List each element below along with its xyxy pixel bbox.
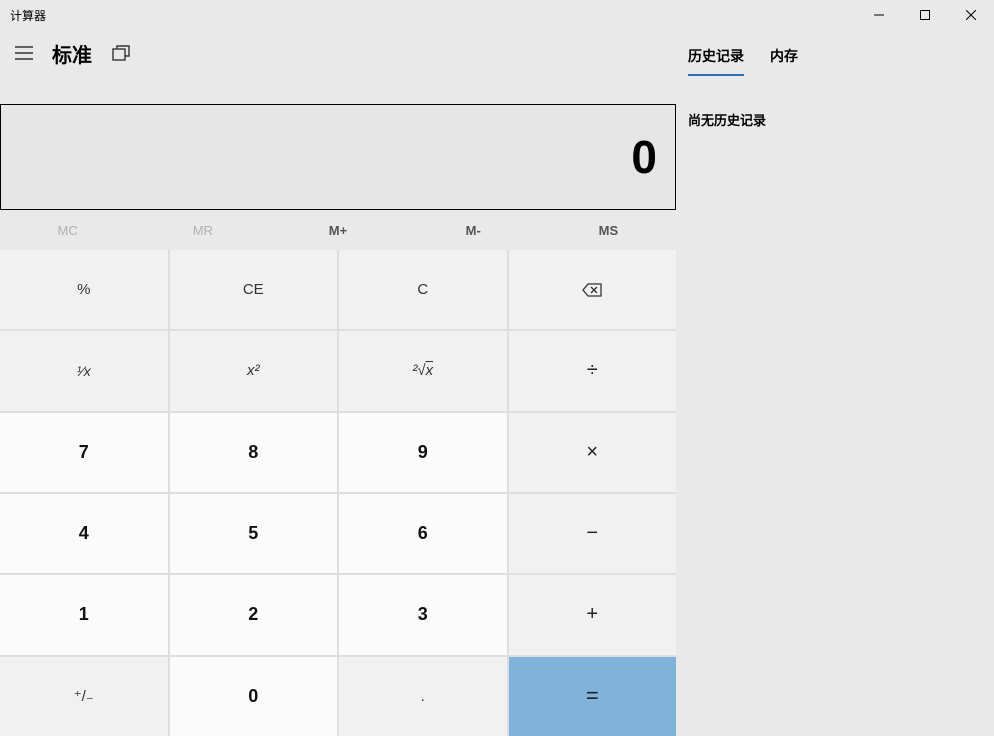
history-empty-text: 尚无历史记录 (688, 110, 982, 129)
digit-2-button[interactable]: 2 (170, 575, 338, 654)
hamburger-icon (15, 46, 33, 60)
plus-button[interactable]: + (509, 575, 677, 654)
backspace-button[interactable] (509, 250, 677, 329)
percent-button[interactable]: % (0, 250, 168, 329)
menu-button[interactable] (4, 33, 44, 73)
main-panel: 标准 0 MC MR M+ M- MS % CE (0, 30, 676, 736)
memory-clear-button[interactable]: MC (0, 223, 135, 238)
tab-history[interactable]: 历史记录 (688, 46, 744, 76)
app-window: 计算器 标准 (0, 0, 994, 736)
clear-entry-button[interactable]: CE (170, 250, 338, 329)
sqrt-button[interactable]: ²√x (339, 331, 507, 410)
digit-1-button[interactable]: 1 (0, 575, 168, 654)
memory-plus-button[interactable]: M+ (270, 223, 405, 238)
minimize-button[interactable] (856, 0, 902, 30)
reciprocal-label: ¹⁄x (77, 363, 91, 379)
window-title: 计算器 (10, 7, 46, 24)
result-display: 0 (0, 104, 676, 210)
always-on-top-icon (112, 45, 130, 61)
negate-button[interactable]: ⁺/₋ (0, 657, 168, 736)
digit-3-button[interactable]: 3 (339, 575, 507, 654)
result-value: 0 (631, 130, 657, 184)
close-button[interactable] (948, 0, 994, 30)
side-tabs: 历史记录 内存 (688, 46, 982, 76)
side-panel: 历史记录 内存 尚无历史记录 (676, 30, 994, 736)
backspace-icon (582, 283, 602, 297)
content-area: 标准 0 MC MR M+ M- MS % CE (0, 30, 994, 736)
equals-button[interactable]: = (509, 657, 677, 736)
square-button[interactable]: x² (170, 331, 338, 410)
minimize-icon (874, 10, 884, 20)
maximize-icon (920, 10, 930, 20)
divide-button[interactable]: ÷ (509, 331, 677, 410)
reciprocal-button[interactable]: ¹⁄x (0, 331, 168, 410)
digit-4-button[interactable]: 4 (0, 494, 168, 573)
keypad: % CE C ¹⁄x x² ²√x ÷ 7 8 9 × 4 5 (0, 250, 676, 736)
memory-recall-button[interactable]: MR (135, 223, 270, 238)
digit-6-button[interactable]: 6 (339, 494, 507, 573)
toolbar: 标准 (0, 30, 676, 76)
square-label: x² (247, 362, 260, 379)
always-on-top-button[interactable] (104, 37, 138, 69)
decimal-button[interactable]: . (339, 657, 507, 736)
digit-0-button[interactable]: 0 (170, 657, 338, 736)
window-controls (856, 0, 994, 30)
memory-row: MC MR M+ M- MS (0, 210, 676, 250)
mode-title: 标准 (52, 39, 92, 68)
memory-store-button[interactable]: MS (541, 223, 676, 238)
digit-7-button[interactable]: 7 (0, 413, 168, 492)
memory-minus-button[interactable]: M- (406, 223, 541, 238)
minus-button[interactable]: − (509, 494, 677, 573)
titlebar: 计算器 (0, 0, 994, 30)
digit-9-button[interactable]: 9 (339, 413, 507, 492)
clear-button[interactable]: C (339, 250, 507, 329)
maximize-button[interactable] (902, 0, 948, 30)
close-icon (966, 10, 976, 20)
sqrt-label: ²√x (412, 362, 433, 379)
multiply-button[interactable]: × (509, 413, 677, 492)
digit-8-button[interactable]: 8 (170, 413, 338, 492)
digit-5-button[interactable]: 5 (170, 494, 338, 573)
tab-memory[interactable]: 内存 (770, 46, 798, 76)
